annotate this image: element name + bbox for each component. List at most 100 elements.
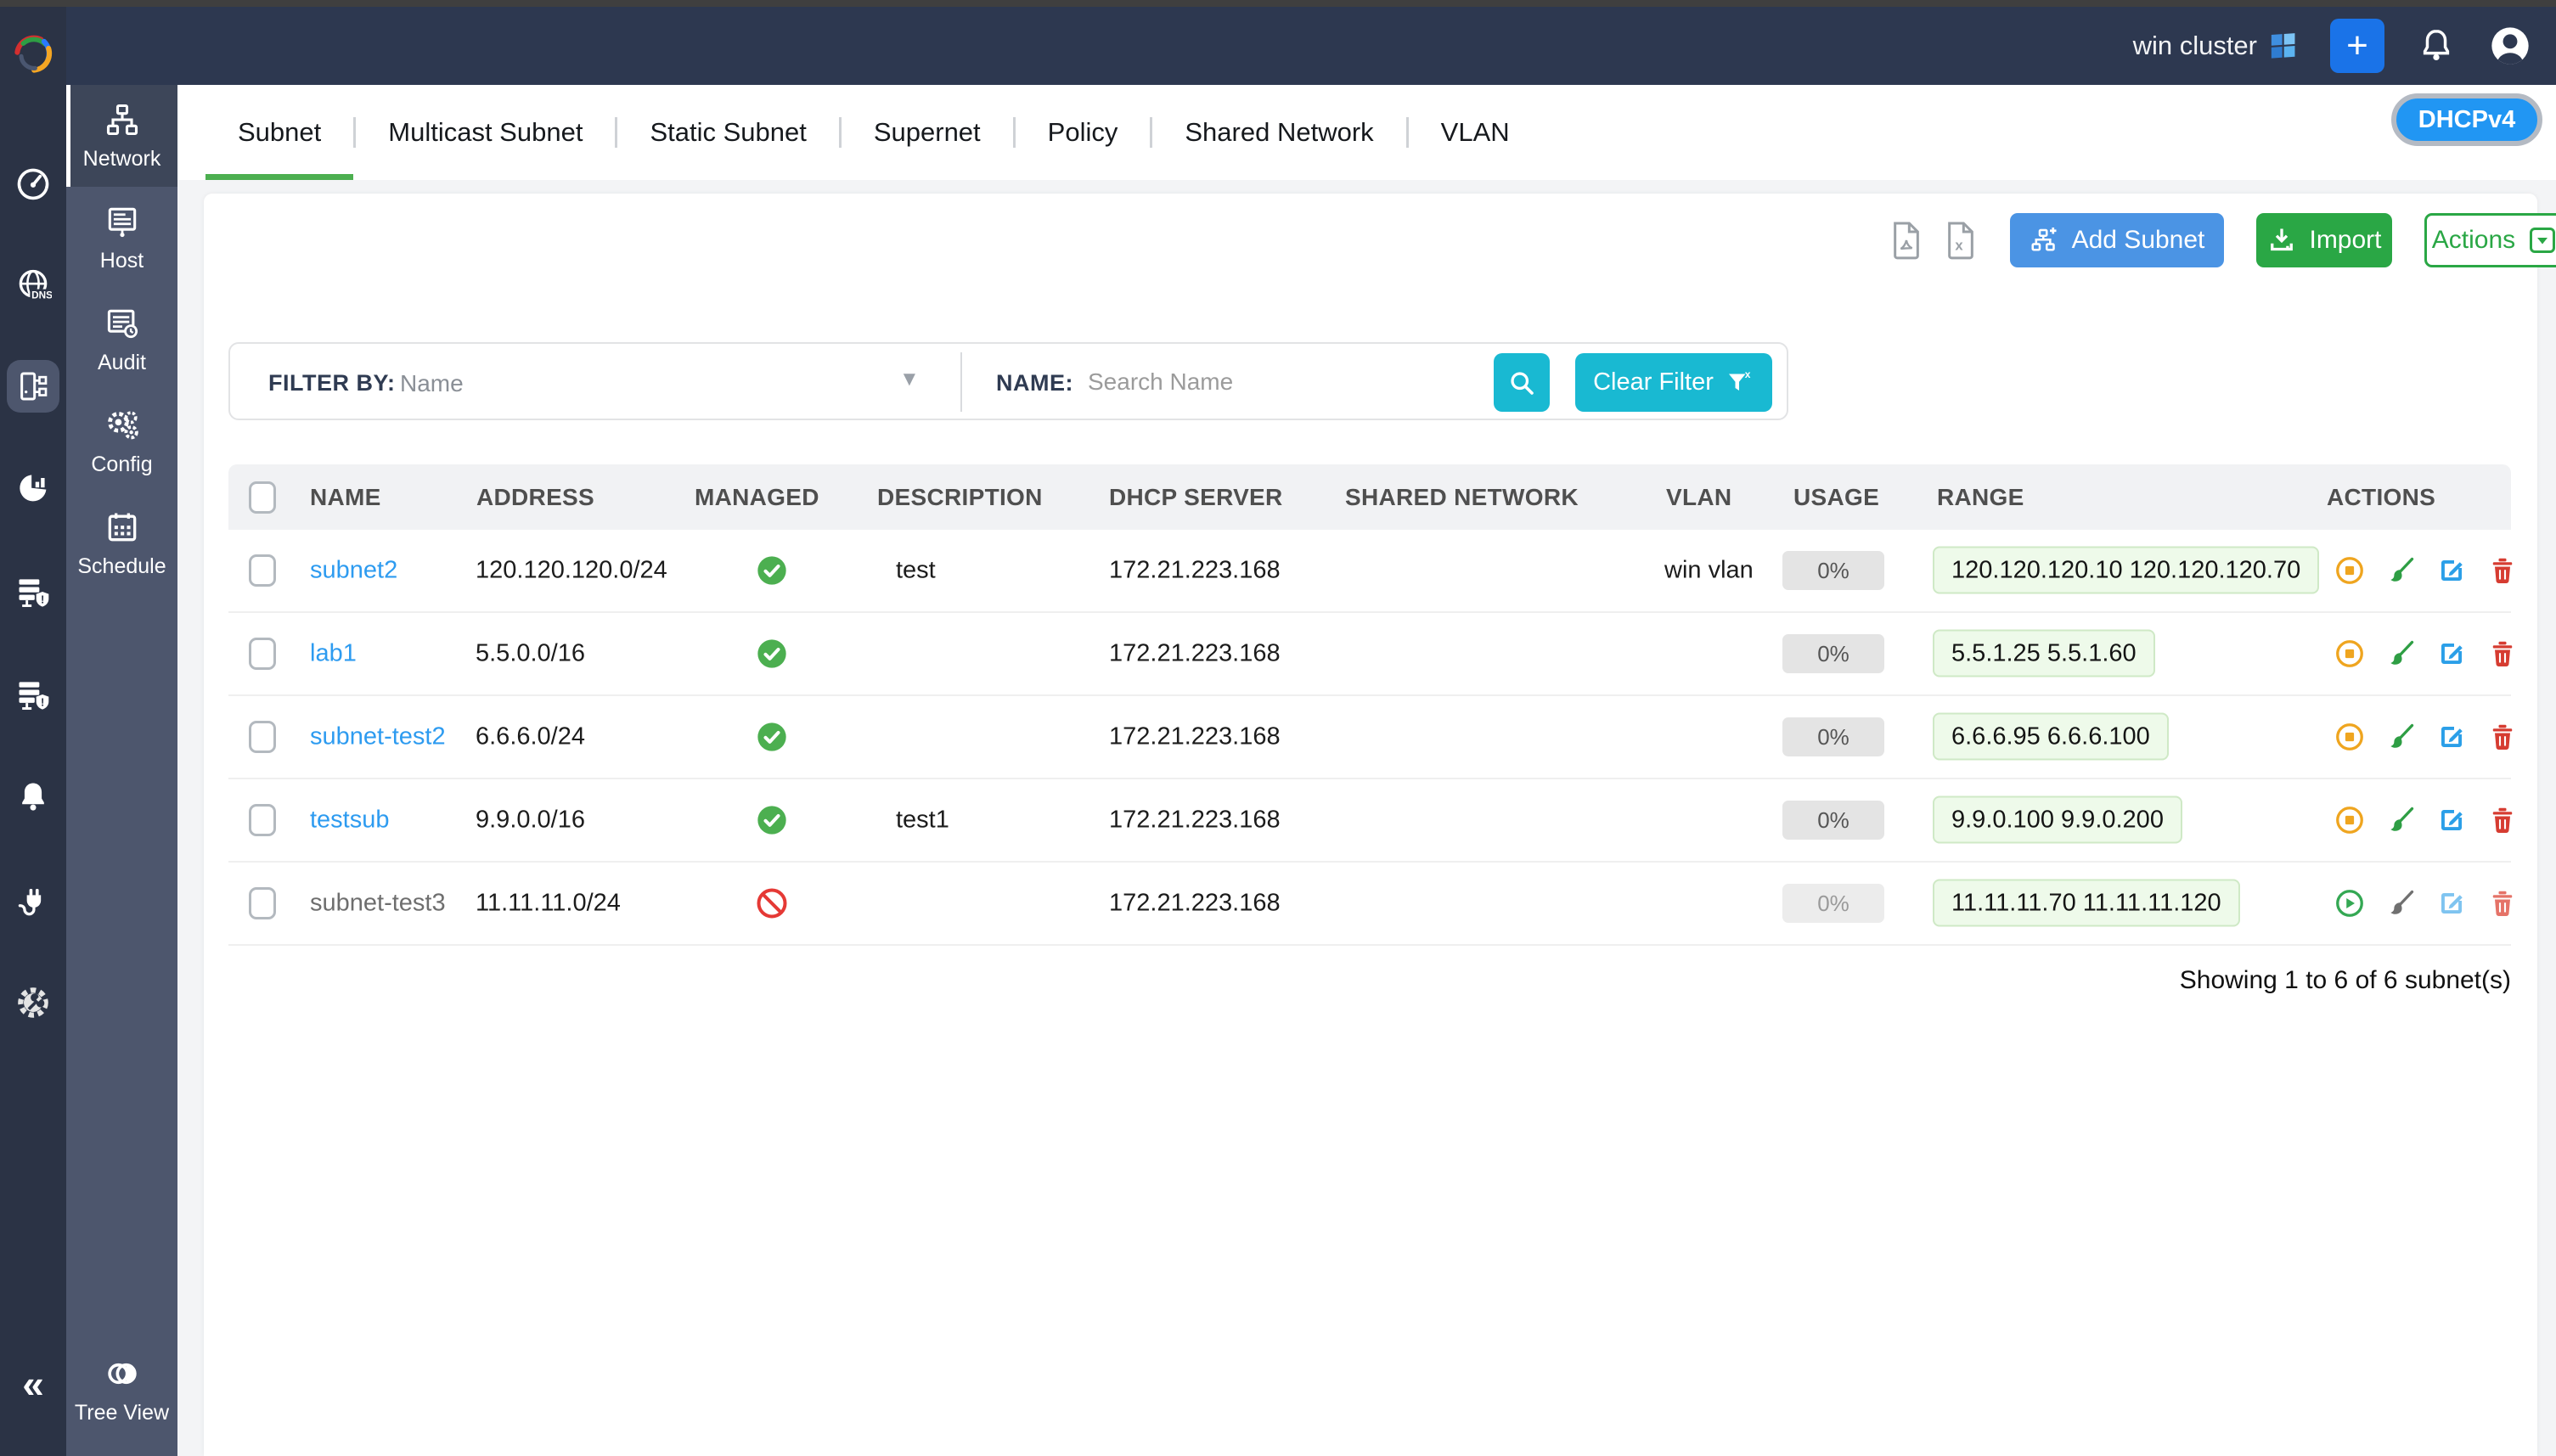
clear-filter-funnel-icon: x [1724,368,1754,398]
managed-check-icon [755,637,789,671]
actions-dropdown-button[interactable]: Actions [2424,213,2556,267]
svg-text:x: x [1955,238,1963,254]
host-server-icon [104,203,141,240]
delete-action-icon[interactable] [2487,888,2518,919]
tab-shared-network[interactable]: Shared Network [1152,85,1405,180]
top-bar: win cluster + [0,7,2556,85]
tab-vlan[interactable]: VLAN [1409,85,1542,180]
row-checkbox[interactable] [249,638,276,670]
tab-multicast-subnet[interactable]: Multicast Subnet [356,85,615,180]
sidebar-item-config[interactable]: Config [66,391,177,492]
usage-badge: 0% [1782,801,1884,840]
delete-action-icon[interactable] [2487,805,2518,835]
table-row: subnet-test2 6.6.6.0/24 172.21.223.168 0… [228,696,2511,779]
server-security-icon: ! [14,676,52,713]
sidebar-item-label: Schedule [77,554,166,579]
row-checkbox[interactable] [249,887,276,919]
stop-action-icon[interactable] [2334,805,2365,835]
select-all-checkbox[interactable] [249,481,276,514]
audit-list-icon [104,305,141,342]
row-checkbox[interactable] [249,804,276,836]
protocol-badge-dhcpv4[interactable]: DHCPv4 [2391,93,2542,146]
cluster-selector[interactable]: win cluster [2133,31,2298,61]
dropdown-caret-icon [2527,225,2556,256]
rail-item-reports[interactable] [0,448,66,526]
row-checkbox[interactable] [249,554,276,587]
tab-policy[interactable]: Policy [1016,85,1151,180]
notifications-bell-icon[interactable] [2417,26,2456,65]
filter-by-label: FILTER BY: [268,370,395,396]
search-icon [1506,368,1537,398]
table-toolbar: x Add Subnet Import Actions [1889,212,2556,268]
edit-action-icon[interactable] [2436,638,2467,669]
sidebar-item-label: Audit [98,351,146,375]
sidebar-item-audit[interactable]: Audit [66,289,177,391]
export-excel-icon[interactable]: x [1944,219,1978,261]
edit-action-icon[interactable] [2436,805,2467,835]
reclaim-brush-icon[interactable] [2385,805,2416,835]
subnet-name-link[interactable]: subnet2 [310,557,397,585]
start-action-icon[interactable] [2334,888,2365,919]
admin-gear-wrench-icon [14,984,52,1021]
edit-action-icon[interactable] [2436,555,2467,586]
chevron-down-icon[interactable]: ▼ [899,368,920,391]
brand-swirl-logo [0,15,66,93]
svg-text:!: ! [41,696,44,709]
range-chip: 9.9.0.100 9.9.0.200 [1933,796,2182,844]
reclaim-brush-icon[interactable] [2385,638,2416,669]
range-chip: 11.11.11.70 11.11.11.120 [1933,880,2240,927]
row-checkbox[interactable] [249,721,276,753]
sidebar-item-network[interactable]: Network [66,85,177,187]
tab-static-subnet[interactable]: Static Subnet [617,85,838,180]
tab-subnet[interactable]: Subnet [205,85,353,180]
subnet-name-link[interactable]: lab1 [310,640,357,668]
search-button[interactable] [1494,353,1550,412]
sidebar-item-host[interactable]: Host [66,187,177,289]
subnet-name-link[interactable]: testsub [310,807,390,835]
reclaim-brush-icon-disabled[interactable] [2385,888,2416,919]
windows-logo-icon [2269,31,2298,60]
reclaim-brush-icon[interactable] [2385,722,2416,752]
subnet-name-link[interactable]: subnet-test2 [310,723,446,751]
rail-item-dashboard[interactable] [0,143,66,222]
svg-text:DNS: DNS [31,290,52,301]
tree-view-toggle[interactable]: Tree View [66,1339,177,1441]
config-gears-icon [104,407,141,444]
window-top-strip [0,0,2556,7]
add-subnet-button[interactable]: Add Subnet [2010,213,2224,267]
rail-active-highlight [7,360,59,413]
range-chip: 6.6.6.95 6.6.6.100 [1933,713,2169,761]
stop-action-icon[interactable] [2334,555,2365,586]
managed-check-icon [755,720,789,754]
range-chip: 120.120.120.10 120.120.120.70 [1933,547,2319,594]
reclaim-brush-icon[interactable] [2385,555,2416,586]
tab-supernet[interactable]: Supernet [842,85,1013,180]
clear-filter-button[interactable]: Clear Filter x [1575,353,1772,412]
rail-item-ipam[interactable] [0,347,66,425]
sidebar-item-schedule[interactable]: Schedule [66,492,177,594]
rail-item-server-security-1[interactable]: ! [0,553,66,631]
search-name-input[interactable] [1088,357,1461,407]
rail-item-integrations[interactable] [0,859,66,937]
edit-action-icon[interactable] [2436,888,2467,919]
rail-item-dns[interactable]: DNS [0,246,66,324]
edit-action-icon[interactable] [2436,722,2467,752]
managed-check-icon [755,803,789,837]
stop-action-icon[interactable] [2334,638,2365,669]
stop-action-icon[interactable] [2334,722,2365,752]
filter-field-dropdown[interactable]: Name [400,370,464,397]
export-pdf-icon[interactable] [1889,219,1923,261]
rail-item-alerts[interactable] [0,758,66,836]
import-button[interactable]: Import [2256,213,2392,267]
user-avatar-icon[interactable] [2488,24,2532,68]
rail-item-admin-tools[interactable] [0,964,66,1042]
delete-action-icon[interactable] [2487,722,2518,752]
add-button[interactable]: + [2330,19,2384,73]
delete-action-icon[interactable] [2487,638,2518,669]
delete-action-icon[interactable] [2487,555,2518,586]
unmanaged-ban-icon [755,886,789,920]
rail-item-server-security-2[interactable]: ! [0,655,66,734]
sidebar-collapse-button[interactable]: « [0,1345,66,1423]
chevrons-left-icon: « [22,1361,44,1407]
managed-check-icon [755,554,789,587]
